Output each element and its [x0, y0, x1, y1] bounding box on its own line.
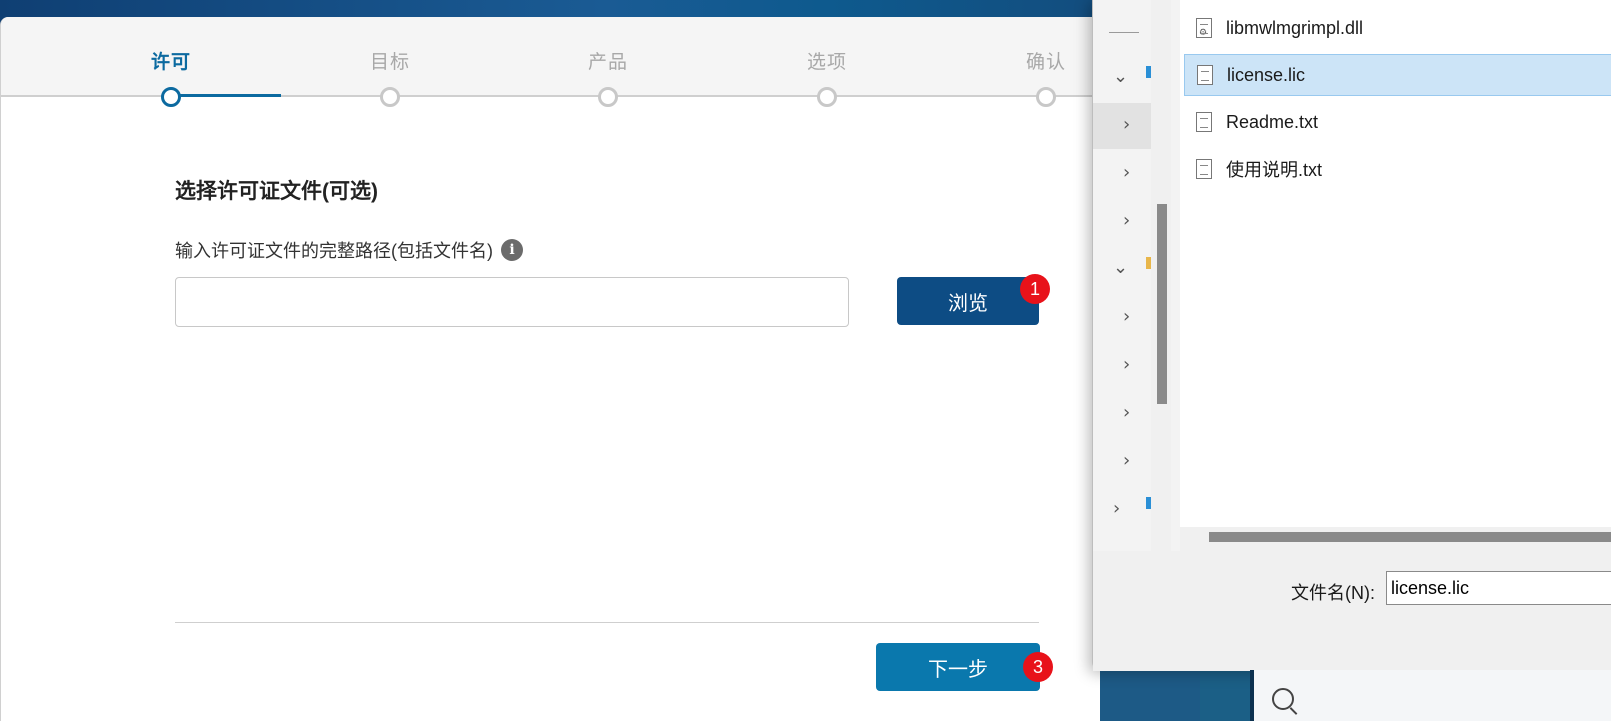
nav-item[interactable]: ›	[1093, 151, 1151, 197]
nav-item[interactable]: ›	[1093, 199, 1151, 245]
nav-item[interactable]: ›	[1093, 343, 1151, 389]
chevron-right-icon: ›	[1123, 354, 1131, 375]
step-dot	[380, 87, 400, 107]
chevron-right-icon: ›	[1123, 402, 1131, 423]
step-dot	[598, 87, 618, 107]
chevron-right-icon: ›	[1123, 114, 1131, 135]
license-path-label-text: 输入许可证文件的完整路径(包括文件名)	[175, 241, 493, 261]
file-item[interactable]: Readme.txt	[1184, 101, 1611, 143]
step-label: 许可	[150, 52, 191, 73]
navigation-pane: ⌄ › › › ⌄ › › › › ›	[1093, 0, 1152, 551]
file-name: libmwlmgrimpl.dll	[1226, 17, 1364, 38]
divider	[175, 622, 1039, 623]
file-open-dialog: ⌄ › › › ⌄ › › › › › ⚙ libmwlmgrimpl.dll …	[1092, 0, 1611, 671]
license-path-label: 输入许可证文件的完整路径(包括文件名) i	[175, 237, 523, 263]
next-button[interactable]: 下一步	[876, 643, 1040, 691]
nav-separator	[1109, 32, 1139, 33]
installer-window: 许可 目标 产品 选项 确认 选择许可证文件(可选) 输入许可证文件的完整路径(…	[0, 17, 1101, 721]
dll-file-icon: ⚙	[1196, 18, 1212, 38]
text-file-icon	[1196, 159, 1212, 179]
text-file-icon	[1197, 65, 1213, 85]
step-confirm: 确认	[1006, 47, 1086, 107]
step-destination: 目标	[350, 47, 430, 107]
annotation-marker-3: 3	[1023, 652, 1053, 682]
nav-item[interactable]: ›	[1093, 439, 1151, 485]
chevron-right-icon: ›	[1123, 450, 1131, 471]
text-file-icon	[1196, 112, 1212, 132]
file-item[interactable]: 使用说明.txt	[1184, 148, 1611, 190]
dialog-footer	[1093, 551, 1611, 671]
nav-item[interactable]: ⌄	[1093, 247, 1152, 293]
nav-item[interactable]: ⌄	[1093, 56, 1152, 102]
step-label: 产品	[587, 52, 628, 73]
section-title: 选择许可证文件(可选)	[175, 180, 378, 203]
step-dot	[1036, 87, 1056, 107]
info-icon[interactable]: i	[501, 239, 523, 261]
file-list: ⚙ libmwlmgrimpl.dll license.lic Readme.t…	[1180, 0, 1611, 551]
chevron-right-icon: ›	[1123, 306, 1131, 327]
chevron-down-icon: ⌄	[1113, 66, 1129, 87]
step-dot	[161, 87, 181, 107]
filename-label: 文件名(N):	[1291, 583, 1375, 603]
nav-item[interactable]: ›	[1093, 391, 1151, 437]
step-license: 许可	[131, 47, 211, 107]
annotation-marker-1: 1	[1020, 274, 1050, 304]
file-item[interactable]: ⚙ libmwlmgrimpl.dll	[1184, 7, 1611, 49]
filename-input[interactable]	[1386, 571, 1611, 605]
chevron-right-icon: ›	[1123, 210, 1131, 231]
nav-item[interactable]: ›	[1093, 295, 1151, 341]
file-list-scrollbar-thumb[interactable]	[1209, 532, 1611, 542]
step-label: 确认	[1025, 52, 1066, 73]
step-label: 目标	[369, 52, 410, 73]
license-path-input[interactable]	[175, 277, 849, 327]
taskbar-search-box[interactable]	[1250, 670, 1611, 721]
file-name: license.lic	[1227, 64, 1306, 85]
nav-item[interactable]: ›	[1093, 487, 1152, 533]
step-indicator: 许可 目标 产品 选项 确认	[1, 17, 1101, 107]
step-label: 选项	[806, 52, 847, 73]
nav-scrollbar-thumb[interactable]	[1157, 204, 1167, 404]
file-item[interactable]: license.lic	[1184, 54, 1611, 96]
file-name: Readme.txt	[1226, 111, 1319, 132]
chevron-down-icon: ⌄	[1113, 257, 1129, 278]
step-options: 选项	[787, 47, 867, 107]
step-products: 产品	[568, 47, 648, 107]
step-dot	[817, 87, 837, 107]
file-name: 使用说明.txt	[1226, 160, 1323, 180]
step-progress	[173, 94, 281, 97]
chevron-right-icon: ›	[1123, 162, 1131, 183]
browse-button[interactable]: 浏览	[897, 277, 1039, 325]
nav-item[interactable]: ›	[1093, 103, 1151, 149]
chevron-right-icon: ›	[1113, 498, 1121, 519]
search-icon[interactable]	[1272, 688, 1294, 710]
